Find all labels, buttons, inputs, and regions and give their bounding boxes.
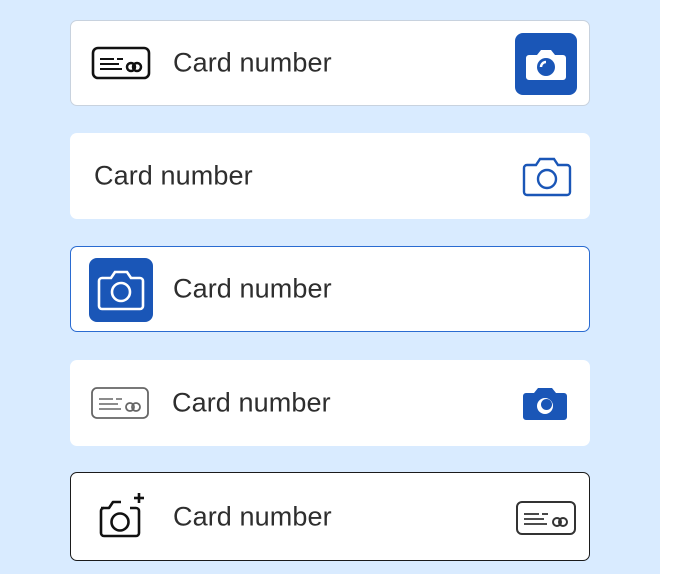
- card-number-label: Card number: [94, 160, 253, 191]
- card-number-field-3[interactable]: Card number: [70, 246, 590, 332]
- credit-card-icon: [515, 500, 577, 536]
- card-number-label: Card number: [173, 273, 332, 304]
- card-number-label: Card number: [173, 47, 332, 78]
- credit-card-icon: [91, 46, 151, 80]
- credit-card-icon: [90, 386, 150, 420]
- camera-icon[interactable]: [522, 387, 568, 421]
- camera-outline-icon[interactable]: [522, 154, 572, 198]
- card-number-field-2[interactable]: Card number: [70, 133, 590, 219]
- camera-icon[interactable]: [515, 33, 577, 95]
- card-number-field-4[interactable]: Card number: [70, 360, 590, 446]
- card-number-field-1[interactable]: Card number: [70, 20, 590, 106]
- camera-icon[interactable]: [89, 258, 153, 322]
- page-edge: [660, 0, 675, 574]
- card-number-field-5[interactable]: Card number: [70, 472, 590, 561]
- card-number-label: Card number: [172, 387, 331, 418]
- card-number-label: Card number: [173, 501, 332, 531]
- add-photo-icon[interactable]: [97, 491, 149, 541]
